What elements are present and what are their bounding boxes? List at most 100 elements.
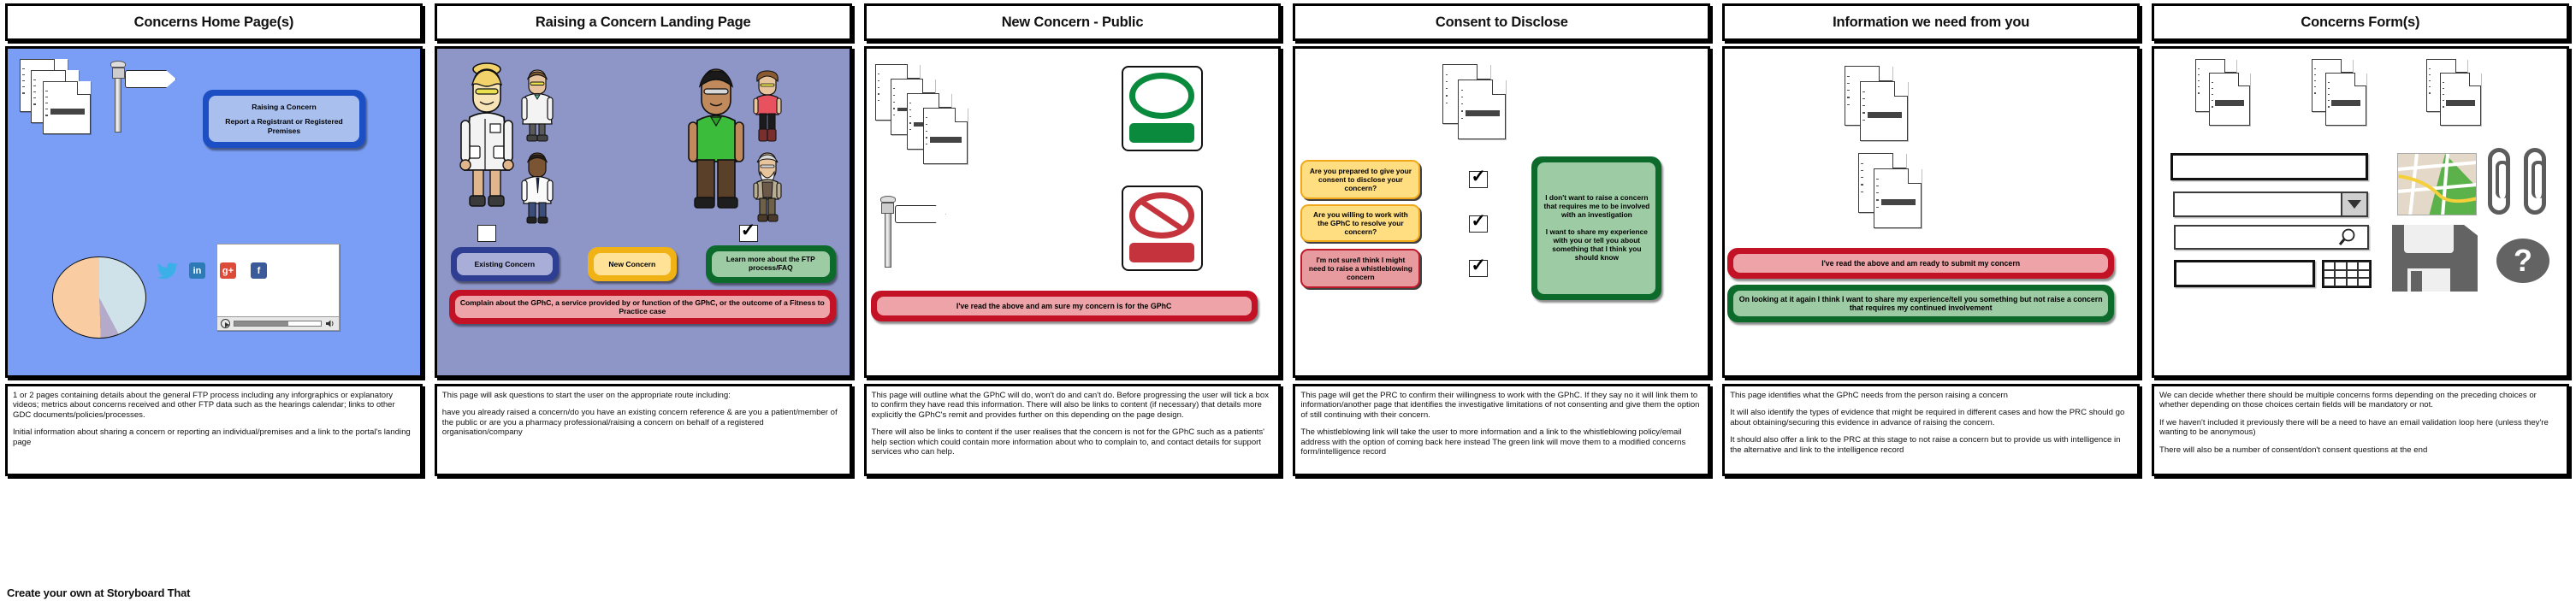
volume-icon[interactable]: [325, 319, 335, 328]
search-icon[interactable]: [2338, 228, 2359, 247]
existing-concern-label: Existing Concern: [474, 259, 536, 268]
twitter-icon[interactable]: [157, 262, 178, 280]
green-allowed-sign-icon: [1121, 66, 1203, 151]
floppy-disk-save-icon[interactable]: [2391, 225, 2478, 292]
new-concern-label: New Concern: [608, 259, 656, 268]
caption-paragraph: We can decide whether there should be mu…: [2159, 391, 2537, 410]
caption-paragraph: 1 or 2 pages containing details about th…: [13, 391, 395, 420]
panel-title-5: Information we need from you: [1833, 14, 2030, 30]
ready-to-submit-button[interactable]: I've read the above and am ready to subm…: [1727, 248, 2115, 279]
no-involvement-line1: I don't want to raise a concern that req…: [1543, 193, 1650, 220]
share-experience-button[interactable]: On looking at it again I think I want to…: [1727, 285, 2115, 322]
character-pharmacist-woman: [459, 62, 514, 207]
consent-checkbox-2[interactable]: ✓: [1469, 212, 1489, 233]
play-icon[interactable]: [221, 319, 230, 328]
question-mark-glyph: ?: [2513, 243, 2532, 278]
panel-title-box-3: New Concern - Public: [863, 3, 1282, 41]
willing-to-work-label: Are you willing to work with the GPhC to…: [1313, 209, 1408, 237]
panel-title-4: Consent to Disclose: [1435, 14, 1568, 30]
existing-concern-button[interactable]: Existing Concern: [450, 247, 559, 281]
raising-a-concern-button[interactable]: Raising a Concern Report a Registrant or…: [203, 90, 365, 148]
consent-checkbox-3[interactable]: ✓: [1469, 256, 1489, 277]
panel-title-box-5: Information we need from you: [1722, 3, 2140, 41]
caption-paragraph: Initial information about sharing a conc…: [13, 427, 411, 447]
documents-stack-icon: [20, 59, 98, 136]
character-patient-woman: [753, 70, 782, 142]
panel-caption-3: This page will outline what the GPhC wil…: [863, 384, 1282, 476]
confirm-read-label: I've read the above and am sure my conce…: [956, 301, 1172, 310]
panel-title-2: Raising a Concern Landing Page: [535, 14, 751, 30]
share-experience-label: On looking at it again I think I want to…: [1738, 294, 2103, 312]
documents-stack-icon: [1858, 153, 1952, 239]
paperclip-icon: [2523, 148, 2546, 215]
learn-more-ftp-button[interactable]: Learn more about the FTP process/FAQ: [705, 245, 836, 283]
character-elderly-man: [753, 152, 782, 222]
no-involvement-line2: I want to share my experience with you o…: [1545, 227, 1648, 262]
character-staff-man: [521, 152, 554, 224]
panel-title-box-4: Consent to Disclose: [1293, 3, 1711, 41]
character-patient-man: [687, 68, 744, 209]
caption-paragraph: have you already raised a concern/do you…: [441, 408, 838, 438]
complain-about-gphc-button[interactable]: Complain about the GPhC, a service provi…: [448, 290, 836, 324]
panel-title-box-6: Concerns Form(s): [2151, 3, 2569, 41]
table-grid-icon[interactable]: [2321, 260, 2372, 288]
panel-scene-5: I've read the above and am ready to subm…: [1722, 46, 2140, 378]
caption-paragraph: This page will outline what the GPhC wil…: [871, 391, 1270, 420]
chevron-down-icon[interactable]: [2340, 193, 2366, 215]
consent-checkbox-1[interactable]: ✓: [1469, 168, 1489, 188]
whistleblowing-label: I'm not sure/I think I might need to rai…: [1308, 255, 1412, 282]
willing-to-work-badge[interactable]: Are you willing to work with the GPhC to…: [1300, 204, 1421, 242]
red-prohibited-sign-icon: [1121, 186, 1203, 271]
panel-caption-6: We can decide whether there should be mu…: [2151, 384, 2569, 476]
caption-paragraph: It should also offer a link to the PRC a…: [1730, 435, 2121, 455]
linkedin-label: in: [192, 265, 202, 276]
dropdown-field[interactable]: [2172, 191, 2368, 217]
video-progress-bar[interactable]: [234, 321, 322, 327]
complain-about-gphc-label: Complain about the GPhC, a service provi…: [459, 298, 825, 315]
caption-paragraph: The whistleblowing link will take the us…: [1300, 427, 1686, 457]
panel-scene-2: ✓ Existing Concern New Concern Learn mor…: [434, 46, 852, 378]
caption-paragraph: There will also be a number of consent/d…: [2159, 445, 2428, 455]
documents-stack-icon: [2311, 59, 2390, 134]
facebook-icon[interactable]: f: [251, 262, 267, 279]
panel-consent-to-disclose: Consent to Disclose Are you prepared to …: [1288, 0, 1717, 601]
caption-paragraph: If we haven't included it previously the…: [2159, 417, 2549, 438]
raising-a-concern-line1: Raising a Concern: [252, 103, 317, 112]
checkbox-right-checked[interactable]: ✓: [738, 221, 758, 242]
facebook-label: f: [257, 265, 261, 276]
caption-paragraph: It will also identify the types of evide…: [1730, 408, 2125, 427]
confirm-read-button[interactable]: I've read the above and am sure my conce…: [870, 291, 1258, 321]
video-player-icon[interactable]: [216, 244, 340, 331]
panel-concerns-forms: Concerns Form(s) ? We can decide whether…: [2147, 0, 2576, 601]
no-involvement-option-button[interactable]: I don't want to raise a concern that req…: [1531, 156, 1662, 300]
new-concern-button[interactable]: New Concern: [587, 247, 677, 281]
learn-more-ftp-label: Learn more about the FTP process/FAQ: [725, 255, 815, 272]
consent-question-badge[interactable]: Are you prepared to give your consent to…: [1300, 160, 1421, 199]
whistleblowing-badge[interactable]: I'm not sure/I think I might need to rai…: [1300, 249, 1421, 288]
google-plus-icon[interactable]: g+: [220, 262, 236, 279]
question-mark-icon[interactable]: ?: [2496, 239, 2549, 283]
character-pharmacist-man: [521, 69, 554, 142]
documents-stack-icon: [1845, 66, 1939, 151]
caption-paragraph: This page will get the PRC to confirm th…: [1300, 391, 1700, 420]
panel-information-we-need: Information we need from you I've read t…: [1717, 0, 2147, 601]
linkedin-icon[interactable]: in: [189, 262, 205, 279]
consent-question-label: Are you prepared to give your consent to…: [1309, 166, 1412, 193]
search-field[interactable]: [2173, 225, 2369, 250]
date-field[interactable]: [2173, 260, 2315, 287]
panel-caption-4: This page will get the PRC to confirm th…: [1293, 384, 1711, 476]
panel-title-6: Concerns Form(s): [2301, 14, 2420, 30]
paperclip-icon: [2487, 148, 2510, 215]
checkbox-left-unchecked[interactable]: [477, 225, 496, 242]
documents-stack-icon: [2194, 59, 2274, 134]
panel-caption-1: 1 or 2 pages containing details about th…: [5, 384, 423, 476]
panel-scene-4: Are you prepared to give your consent to…: [1293, 46, 1711, 378]
caption-paragraph: This page identifies what the GPhC needs…: [1730, 391, 2008, 400]
googleplus-label: g+: [222, 265, 234, 276]
text-field[interactable]: [2170, 153, 2368, 180]
panel-concerns-home-page: Concerns Home Page(s) Raising a Concern …: [0, 0, 429, 601]
panel-new-concern-public: New Concern - Public I've read the above…: [859, 0, 1288, 601]
panel-title-1: Concerns Home Page(s): [133, 14, 294, 30]
panel-title-box-2: Raising a Concern Landing Page: [434, 3, 852, 41]
ready-to-submit-label: I've read the above and am ready to subm…: [1821, 258, 2021, 268]
